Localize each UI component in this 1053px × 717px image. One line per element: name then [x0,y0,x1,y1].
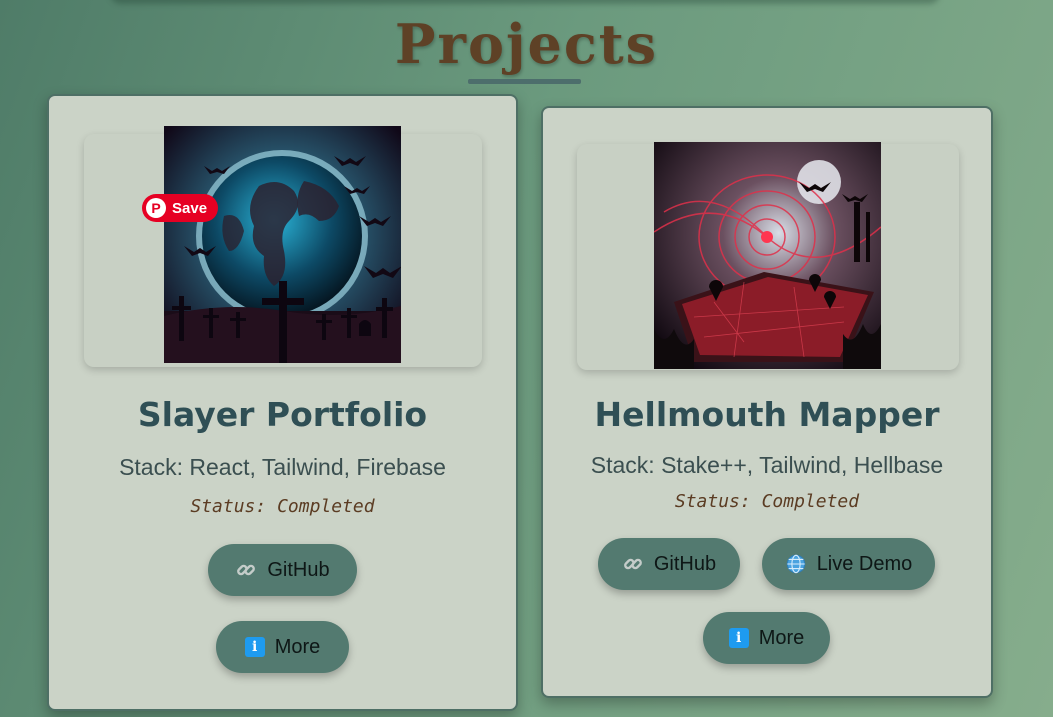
link-icon [622,553,644,575]
info-icon: i [728,628,749,648]
project-card-slayer-portfolio: P Save Slayer Portfolio Stack: React, Ta… [47,94,518,711]
project-card-hellmouth-mapper: Hellmouth Mapper Stack: Stake++, Tailwin… [541,106,993,698]
project-image-globe-graveyard[interactable] [164,126,401,363]
pinterest-save-button[interactable]: P Save [142,194,218,222]
project-image-frame [577,142,959,370]
page-title: Projects [394,12,659,76]
more-label: More [758,626,805,649]
more-button[interactable]: i More [216,621,349,673]
link-icon [235,559,257,581]
project-stack: Stack: Stake++, Tailwind, Hellbase [590,452,944,478]
github-button[interactable]: GitHub [208,544,357,596]
project-title: Hellmouth Mapper [594,395,940,434]
project-image-map[interactable] [654,142,881,369]
project-status: Status: Completed [190,496,375,517]
project-title: Slayer Portfolio [137,395,428,434]
more-button[interactable]: i More [703,612,830,664]
project-image-frame: P Save [84,126,482,367]
title-underline [468,79,581,84]
github-label: GitHub [267,558,330,581]
header-shadow [110,0,940,4]
info-icon: i [244,637,265,657]
pinterest-icon: P [146,198,166,218]
save-label: Save [172,199,208,217]
project-stack: Stack: React, Tailwind, Firebase [119,454,446,480]
live-demo-button[interactable]: Live Demo [762,538,935,590]
globe-icon [785,553,807,575]
github-label: GitHub [653,552,717,575]
live-demo-label: Live Demo [816,552,913,575]
project-status: Status: Completed [674,491,860,512]
more-label: More [274,635,321,658]
github-button[interactable]: GitHub [598,538,740,590]
